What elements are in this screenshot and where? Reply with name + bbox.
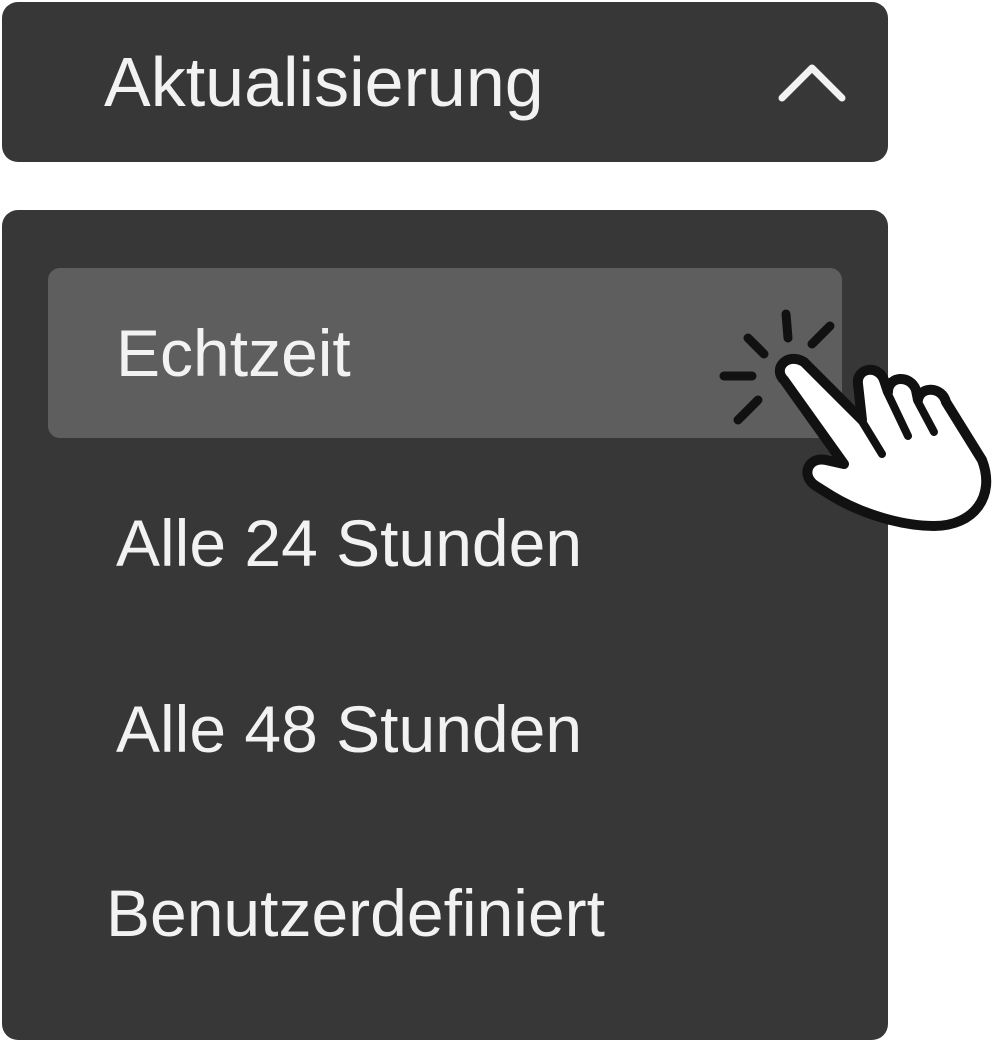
dropdown-label: Aktualisierung — [104, 43, 544, 121]
menu-item-custom[interactable]: Benutzerdefiniert — [48, 828, 842, 998]
menu-item-label: Echtzeit — [116, 316, 351, 390]
menu-item-label: Alle 48 Stunden — [116, 692, 583, 766]
menu-item-label: Alle 24 Stunden — [116, 506, 583, 580]
update-interval-dropdown[interactable]: Aktualisierung — [2, 2, 888, 162]
menu-item-label: Benutzerdefiniert — [106, 876, 605, 950]
pointer-hand-click-icon — [719, 309, 992, 531]
chevron-up-icon — [778, 64, 846, 102]
menu-item-every-48-hours[interactable]: Alle 48 Stunden — [48, 644, 842, 814]
